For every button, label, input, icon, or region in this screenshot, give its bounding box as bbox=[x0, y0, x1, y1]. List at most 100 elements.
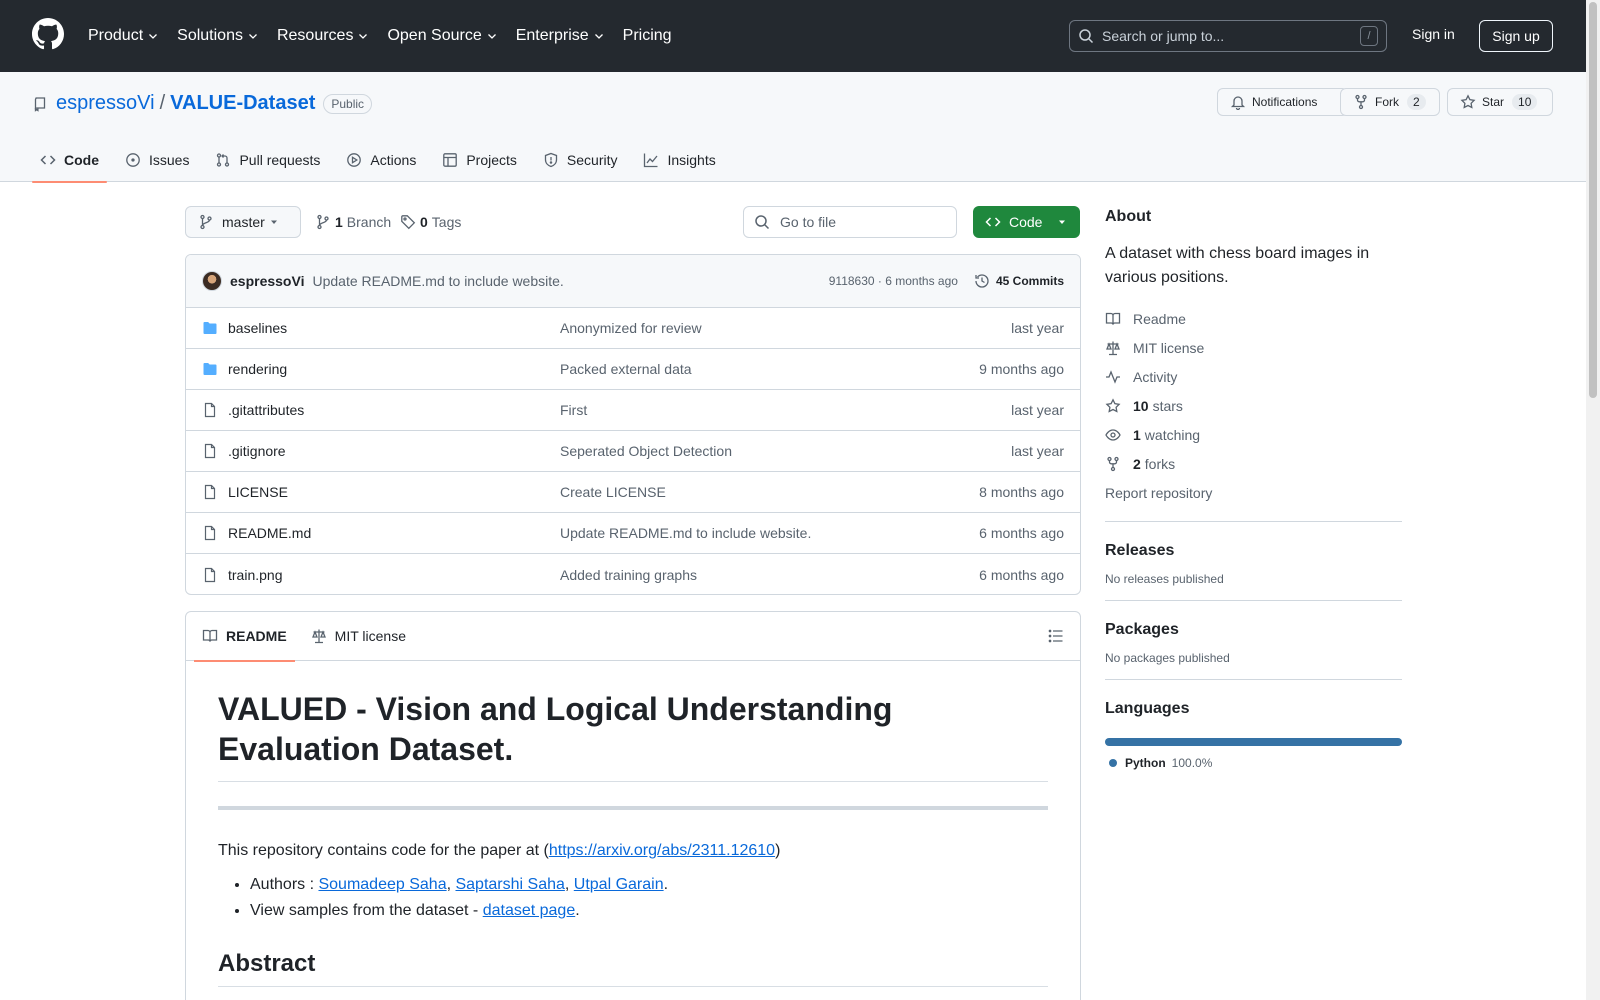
nav-enterprise[interactable]: Enterprise bbox=[516, 27, 605, 45]
about-heading: About bbox=[1105, 208, 1152, 225]
abstract-heading: Abstract bbox=[218, 950, 1048, 987]
paper-link[interactable]: https://arxiv.org/abs/2311.12610 bbox=[549, 842, 775, 859]
repo-name-link[interactable]: VALUE-Dataset bbox=[170, 92, 315, 115]
author-link[interactable]: Saptarshi Saha bbox=[455, 876, 564, 893]
tag-icon bbox=[401, 215, 416, 230]
file-commit-message[interactable]: Create LICENSE bbox=[560, 484, 979, 500]
tab-label: Actions bbox=[370, 152, 417, 168]
readme-link[interactable]: Readme bbox=[1105, 304, 1402, 333]
file-commit-message[interactable]: Added training graphs bbox=[560, 567, 979, 583]
table-row[interactable]: README.md Update README.md to include we… bbox=[186, 513, 1080, 554]
language-color-dot bbox=[1109, 759, 1117, 767]
report-repository-link[interactable]: Report repository bbox=[1105, 478, 1402, 507]
fork-button[interactable]: Fork 2 bbox=[1340, 88, 1440, 116]
scrollbar-thumb[interactable] bbox=[1589, 2, 1597, 398]
license-tab-label: MIT license bbox=[334, 628, 406, 644]
file-name-link[interactable]: baselines bbox=[228, 320, 560, 336]
repo-owner-link[interactable]: espressoVi bbox=[56, 92, 155, 115]
file-name-link[interactable]: train.png bbox=[228, 567, 560, 583]
table-row[interactable]: .gitattributes First last year bbox=[186, 390, 1080, 431]
nav-resources[interactable]: Resources bbox=[277, 27, 369, 45]
tab-actions[interactable]: Actions bbox=[338, 138, 424, 182]
nav-label: Resources bbox=[276, 27, 354, 44]
dataset-page-link[interactable]: dataset page bbox=[483, 902, 576, 919]
tag-label: Tags bbox=[431, 214, 462, 230]
branches-link[interactable]: 1 Branch bbox=[315, 214, 391, 230]
tab-readme[interactable]: README bbox=[194, 612, 295, 662]
file-commit-message[interactable]: Update README.md to include website. bbox=[560, 525, 979, 541]
watching-link[interactable]: 1 watching bbox=[1105, 420, 1402, 449]
file-commit-message[interactable]: Seperated Object Detection bbox=[560, 443, 1011, 459]
packages-heading[interactable]: Packages bbox=[1105, 621, 1402, 639]
table-row[interactable]: train.png Added training graphs 6 months… bbox=[186, 554, 1080, 594]
branch-name: master bbox=[222, 214, 265, 230]
file-name-link[interactable]: rendering bbox=[228, 361, 560, 377]
search-icon bbox=[1079, 29, 1094, 44]
file-name-link[interactable]: LICENSE bbox=[228, 484, 560, 500]
stars-link[interactable]: 10 stars bbox=[1105, 391, 1402, 420]
code-icon bbox=[40, 155, 56, 165]
file-name-link[interactable]: README.md bbox=[228, 525, 560, 541]
table-row[interactable]: LICENSE Create LICENSE 8 months ago bbox=[186, 472, 1080, 513]
tab-issues[interactable]: Issues bbox=[117, 138, 197, 182]
forks-link[interactable]: 2 forks bbox=[1105, 449, 1402, 478]
file-commit-date: last year bbox=[1011, 402, 1064, 418]
tab-security[interactable]: Security bbox=[535, 138, 626, 182]
sign-in-link[interactable]: Sign in bbox=[1412, 26, 1455, 42]
nav-solutions[interactable]: Solutions bbox=[177, 27, 259, 45]
file-icon bbox=[204, 443, 216, 459]
table-row[interactable]: baselines Anonymized for review last yea… bbox=[186, 308, 1080, 349]
nav-label: Enterprise bbox=[515, 27, 589, 44]
sign-up-button[interactable]: Sign up bbox=[1479, 20, 1553, 52]
file-commit-date: 6 months ago bbox=[979, 566, 1064, 583]
activity-link[interactable]: Activity bbox=[1105, 362, 1402, 391]
author-link[interactable]: Soumadeep Saha bbox=[318, 876, 446, 893]
repo-path-separator: / bbox=[159, 92, 166, 114]
languages-heading: Languages bbox=[1105, 700, 1190, 717]
releases-heading[interactable]: Releases bbox=[1105, 542, 1402, 560]
language-item[interactable]: Python 100.0% bbox=[1105, 756, 1402, 770]
commit-hash-time[interactable]: 9118630 · 6 months ago bbox=[829, 274, 958, 288]
table-row[interactable]: rendering Packed external data 9 months … bbox=[186, 349, 1080, 390]
global-search-input[interactable]: Search or jump to... / bbox=[1069, 20, 1387, 52]
page-scrollbar[interactable] bbox=[1586, 0, 1600, 1000]
branch-selector[interactable]: master bbox=[185, 206, 301, 238]
tags-link[interactable]: 0 Tags bbox=[400, 214, 461, 230]
nav-pricing[interactable]: Pricing bbox=[623, 27, 672, 45]
list-icon[interactable] bbox=[1048, 628, 1064, 644]
separator: . bbox=[575, 902, 580, 919]
readme-tab-label: README bbox=[226, 628, 287, 644]
star-button[interactable]: Star 10 bbox=[1447, 88, 1553, 116]
tab-insights[interactable]: Insights bbox=[635, 138, 723, 182]
file-name-link[interactable]: .gitignore bbox=[228, 443, 560, 459]
notifications-button[interactable]: Notifications bbox=[1217, 88, 1348, 116]
commits-history-link[interactable]: 45 Commits bbox=[974, 273, 1064, 289]
license-link[interactable]: MIT license bbox=[1105, 333, 1402, 362]
go-to-file-input[interactable]: Go to file bbox=[743, 206, 957, 238]
commit-message-link[interactable]: Update README.md to include website. bbox=[312, 273, 563, 289]
author-link[interactable]: Utpal Garain bbox=[574, 876, 664, 893]
nav-product[interactable]: Product bbox=[88, 27, 159, 45]
fork-icon bbox=[1355, 94, 1367, 110]
tab-projects[interactable]: Projects bbox=[434, 138, 525, 182]
branch-icon bbox=[317, 214, 329, 230]
tab-label: Code bbox=[64, 152, 99, 168]
nav-open-source[interactable]: Open Source bbox=[387, 27, 497, 45]
star-icon bbox=[1105, 397, 1121, 413]
commit-author-link[interactable]: espressoVi bbox=[230, 273, 304, 289]
tab-license[interactable]: MIT license bbox=[303, 612, 414, 661]
code-dropdown-button[interactable]: Code bbox=[973, 206, 1080, 238]
github-logo-icon[interactable] bbox=[32, 18, 64, 50]
tab-code[interactable]: Code bbox=[32, 138, 107, 183]
file-commit-message[interactable]: Anonymized for review bbox=[560, 320, 1011, 336]
tab-pull-requests[interactable]: Pull requests bbox=[207, 138, 328, 182]
avatar[interactable] bbox=[202, 271, 222, 291]
file-name-link[interactable]: .gitattributes bbox=[228, 402, 560, 418]
history-icon bbox=[975, 274, 989, 288]
repo-sidebar: About A dataset with chess board images … bbox=[1105, 208, 1402, 770]
list-item: Authors : Soumadeep Saha, Saptarshi Saha… bbox=[250, 876, 1048, 894]
file-commit-message[interactable]: Packed external data bbox=[560, 361, 979, 377]
readme-label: Readme bbox=[1133, 310, 1186, 327]
file-commit-message[interactable]: First bbox=[560, 402, 1011, 418]
table-row[interactable]: .gitignore Seperated Object Detection la… bbox=[186, 431, 1080, 472]
